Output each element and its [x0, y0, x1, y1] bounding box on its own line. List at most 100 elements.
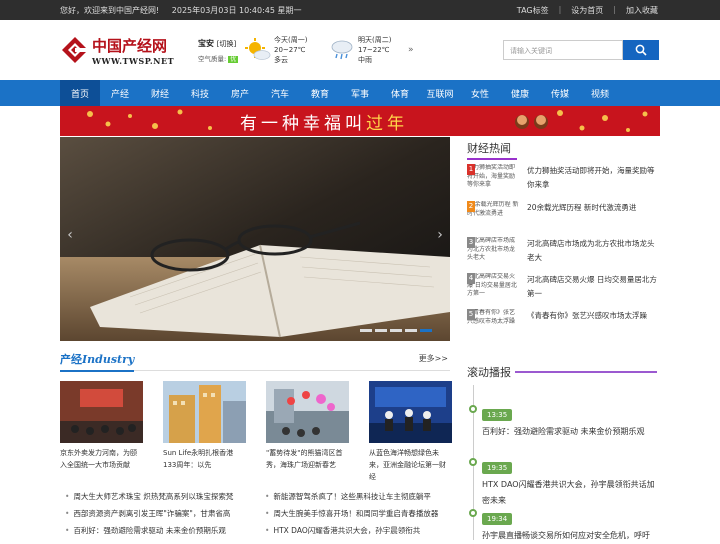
hot-item[interactable]: 河北高碑店交易火爆 日均交易量居北方第一 4 河北高碑店交易火爆 日均交易量居北… [467, 273, 660, 307]
nav-item[interactable]: 体育 [380, 80, 420, 106]
hot-title[interactable]: 《青春有你》张艺兴感叹市场太浮躁 [527, 309, 660, 323]
weather-more-button[interactable]: » [408, 45, 414, 55]
roll-item[interactable]: 19:34 孙宇晨直播畅谈交易所如何应对安全危机，呼吁 [469, 506, 662, 544]
weather-today: 今天(周一) 20~27℃ 多云 [244, 35, 324, 65]
list-item[interactable]: HTX DAO闪耀香港共识大会，孙宇晨领衔共 [265, 522, 455, 539]
list-item[interactable]: 百利好：强劲避险需求驱动 未来金价预期乐观 [65, 522, 255, 539]
logo-mark-icon [60, 35, 90, 65]
roll-item[interactable]: 13:35 百利好：强劲避险需求驱动 未来金价预期乐观 [469, 402, 662, 440]
rolling-news-header: 滚动播报 [467, 361, 660, 385]
nav-item[interactable]: 首页 [60, 80, 100, 106]
set-homepage-link[interactable]: 设为首页 [571, 5, 603, 16]
slider-next-button[interactable]: › [432, 227, 448, 249]
timeline-dot [469, 509, 477, 517]
hot-title[interactable]: 河北高碑店交易火爆 日均交易量居北方第一 [527, 273, 660, 301]
roll-time: 13:35 [482, 409, 513, 421]
logo-cn: 中国产经网 [92, 36, 168, 55]
nav-item[interactable]: 视频 [580, 80, 620, 106]
roll-item[interactable]: 19:35 HTX DAO闪耀香港共识大会，孙宇晨领衔共话加密未来 [469, 455, 662, 509]
hot-item[interactable]: 河北高碑店市场成为北方农批市场龙头老大 3 河北高碑店市场成为北方农批市场龙头老… [467, 237, 660, 271]
today-temp: 20~27℃ [274, 46, 306, 54]
slider-dot[interactable] [405, 329, 417, 332]
hot-item[interactable]: 20余载光辉历程 新时代激流勇进 2 20余载光辉历程 新时代激流勇进 [467, 201, 660, 235]
rank-badge: 1 [467, 164, 475, 175]
section-title-cn: 产经 [60, 353, 82, 366]
slider-dot[interactable] [375, 329, 387, 332]
weather-city: 宝安 [切换] 空气质量: 优 [198, 38, 240, 63]
news-card[interactable]: 从蓝色海洋畅想绿色未来，亚洲金融论坛第一财经 [369, 381, 452, 483]
nav-item[interactable]: 女性 [460, 80, 500, 106]
timeline-dot [469, 458, 477, 466]
today-day: 今天(周一) [274, 36, 308, 44]
hot-item[interactable]: 优力狮抽奖活动即将开始，海量奖励等你来拿 1 优力狮抽奖活动即将开始，海量奖励等… [467, 164, 660, 198]
search-input[interactable]: 请输入关键词 [503, 40, 623, 60]
news-list-right: 新能源智驾杀疯了！这些黑科技让车主彻底躺平 周大生腕美手惊喜开场！和周同学重启青… [265, 488, 455, 539]
slider-image [60, 137, 450, 341]
nav-item[interactable]: 汽车 [260, 80, 300, 106]
nav-item[interactable]: 军事 [340, 80, 380, 106]
rolling-news-title: 滚动播报 [467, 366, 511, 379]
news-card[interactable]: Sun Life永明扎根香港133周年：以先 [163, 381, 246, 483]
top-links: TAG标签 | 设为首页 | 加入收藏 [517, 5, 658, 16]
more-link[interactable]: 更多>> [419, 353, 448, 364]
nav-item[interactable]: 教育 [300, 80, 340, 106]
list-item[interactable]: 周大生大师艺术珠宝 炽热梵高系列以珠宝探索梵 [65, 488, 255, 505]
tomorrow-temp: 17~22℃ [358, 46, 390, 54]
list-item[interactable]: 周大生腕美手惊喜开场！和周同学重启青春播放器 [265, 505, 455, 522]
site-logo[interactable]: 中国产经网 WWW.TWSP.NET [60, 35, 190, 66]
welcome-area: 您好，欢迎来到中国产经网! 2025年03月03日 10:40:45 星期一 [60, 5, 517, 16]
hot-title[interactable]: 河北高碑店市场成为北方农批市场龙头老大 [527, 237, 660, 265]
nav-item[interactable]: 产经 [100, 80, 140, 106]
slogan-highlight: 过年 [366, 114, 408, 134]
list-item[interactable]: 西部资源资产剥离引发王晖"诈骗案"，甘肃省高 [65, 505, 255, 522]
slider-dot-active[interactable] [420, 329, 432, 332]
hot-news-header: 财经热闻 [467, 137, 660, 160]
datetime-text: 2025年03月03日 10:40:45 星期一 [171, 5, 302, 15]
card-image [60, 381, 143, 443]
logo-en: WWW.TWSP.NET [92, 55, 175, 66]
nav-item[interactable]: 健康 [500, 80, 540, 106]
news-card[interactable]: "蓄势待发"的熊猫湾区首秀，海珠广场迎新春艺 [266, 381, 349, 483]
logo-text: 中国产经网 WWW.TWSP.NET [92, 35, 174, 66]
card-caption: Sun Life永明扎根香港133周年：以先 [163, 449, 234, 469]
card-caption: 从蓝色海洋畅想绿色未来，亚洲金融论坛第一财经 [369, 449, 446, 481]
rank-badge: 3 [467, 237, 475, 248]
nav-item[interactable]: 财经 [140, 80, 180, 106]
slider-prev-button[interactable]: ‹ [62, 227, 78, 249]
nav-item[interactable]: 科技 [180, 80, 220, 106]
hot-item[interactable]: 《青春有你》张艺兴感叹市场太浮躁 5 《青春有你》张艺兴感叹市场太浮躁 [467, 309, 660, 343]
list-item[interactable]: 新能源智驾杀疯了！这些黑科技让车主彻底躺平 [265, 488, 455, 505]
tag-link[interactable]: TAG标签 [517, 5, 549, 16]
roll-text[interactable]: 百利好：强劲避险需求驱动 未来金价预期乐观 [482, 424, 662, 440]
banner-slogan: 有一种幸福叫过年 [240, 109, 408, 134]
slider-dots [360, 329, 432, 332]
nav-item[interactable]: 互联网 [420, 80, 460, 106]
roll-time: 19:35 [482, 462, 513, 474]
add-favorite-link[interactable]: 加入收藏 [626, 5, 658, 16]
news-card[interactable]: 京东外卖发力河南，为颐入全国统一大市场贡献 [60, 381, 143, 483]
air-quality-label: 空气质量: [198, 54, 227, 63]
featured-slider[interactable]: ‹ › [60, 137, 450, 341]
slider-dot[interactable] [390, 329, 402, 332]
air-quality-badge: 优 [228, 55, 239, 63]
card-caption: "蓄势待发"的熊猫湾区首秀，海珠广场迎新春艺 [266, 449, 343, 469]
slider-dot[interactable] [360, 329, 372, 332]
roll-text[interactable]: 孙宇晨直播畅谈交易所如何应对安全危机，呼吁 [482, 528, 662, 544]
new-year-banner[interactable]: 有一种幸福叫过年 [60, 106, 660, 136]
search-button[interactable] [623, 40, 659, 60]
divider: | [613, 4, 616, 14]
nav-item[interactable]: 房产 [220, 80, 260, 106]
nav-item[interactable]: 传媒 [540, 80, 580, 106]
search-box: 请输入关键词 [503, 40, 659, 60]
rank-badge: 2 [467, 201, 475, 212]
roll-text[interactable]: HTX DAO闪耀香港共识大会，孙宇晨领衔共话加密未来 [482, 477, 662, 509]
weather-tomorrow: 明天(周二) 17~22℃ 中雨 [328, 35, 408, 65]
hot-title[interactable]: 20余载光辉历程 新时代激流勇进 [527, 201, 660, 215]
city-switch-link[interactable]: [切换] [217, 40, 236, 48]
section-title-en: Industry [82, 353, 135, 366]
top-bar: 您好，欢迎来到中国产经网! 2025年03月03日 10:40:45 星期一 T… [0, 0, 720, 20]
section-title[interactable]: 产经Industry [60, 351, 135, 372]
hot-title[interactable]: 优力狮抽奖活动即将开始，海量奖励等你来拿 [527, 164, 660, 192]
partly-cloudy-icon [245, 38, 271, 60]
main-nav: 首页 产经 财经 科技 房产 汽车 教育 军事 体育 互联网 女性 健康 传媒 视频 [0, 80, 720, 106]
